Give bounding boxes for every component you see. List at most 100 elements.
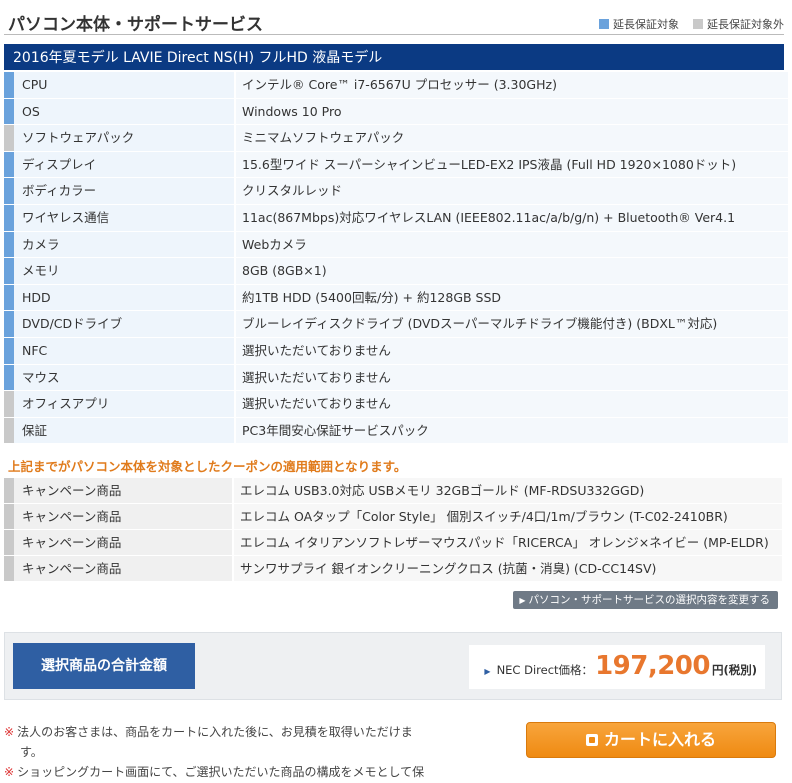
campaign-label: キャンペーン商品	[14, 556, 234, 581]
warranty-marker	[4, 231, 14, 258]
legend-covered: 延長保証対象	[599, 16, 679, 32]
warranty-marker	[4, 391, 14, 417]
warranty-marker	[4, 98, 14, 125]
add-to-cart-label: カートに入れる	[603, 730, 716, 749]
note-item: ※ 法人のお客さまは、商品をカートに入れた後に、お見積を取得いただけます。	[4, 722, 434, 762]
asterisk-icon: ※	[4, 725, 15, 739]
triangle-right-icon: ▶	[519, 596, 526, 605]
legend-covered-swatch	[599, 19, 609, 29]
campaign-row: キャンペーン商品 サンワサプライ 銀イオンクリーニングクロス (抗菌・消臭) (C…	[4, 556, 782, 582]
warranty-marker	[4, 311, 14, 337]
price-line: ▶ NEC Direct価格： 197,200 円(税別)	[484, 651, 757, 681]
spec-label: ソフトウェアパック	[14, 125, 236, 151]
spec-row-warranty: 保証 PC3年間安心保証サービスパック	[4, 417, 788, 445]
warranty-marker	[4, 284, 14, 311]
campaign-value: サンワサプライ 銀イオンクリーニングクロス (抗菌・消臭) (CD-CC14SV…	[234, 556, 782, 581]
legend-not-covered: 延長保証対象外	[693, 16, 784, 32]
spec-label: DVD/CDドライブ	[14, 311, 236, 337]
spec-row-software-pack: ソフトウェアパック ミニマムソフトウェアパック	[4, 125, 788, 152]
spec-row-wireless: ワイヤレス通信 11ac(867Mbps)対応ワイヤレスLAN (IEEE802.…	[4, 204, 788, 232]
campaign-value: エレコム USB3.0対応 USBメモリ 32GBゴールド (MF-RDSU33…	[234, 478, 782, 503]
spec-label: オフィスアプリ	[14, 391, 236, 417]
campaign-row: キャンペーン商品 エレコム USB3.0対応 USBメモリ 32GBゴールド (M…	[4, 478, 782, 504]
campaign-label: キャンペーン商品	[14, 478, 234, 503]
spec-row-office-app: オフィスアプリ 選択いただいておりません	[4, 391, 788, 418]
legend-not-covered-label: 延長保証対象外	[707, 18, 784, 31]
warranty-marker	[4, 556, 14, 581]
spec-label: ディスプレイ	[14, 151, 236, 178]
asterisk-icon: ※	[4, 765, 15, 779]
warranty-marker	[4, 72, 14, 98]
campaign-row: キャンペーン商品 エレコム OAタップ「Color Style」 個別スイッチ/4…	[4, 504, 782, 530]
spec-row-camera: カメラ Webカメラ	[4, 231, 788, 259]
warranty-marker	[4, 125, 14, 151]
price-suffix: 円(税別)	[711, 663, 757, 677]
spec-value: ブルーレイディスクドライブ (DVDスーパーマルチドライブ機能付き) (BDXL…	[236, 311, 788, 337]
spec-value: Windows 10 Pro	[236, 98, 788, 125]
legend-covered-label: 延長保証対象	[613, 18, 679, 31]
spec-value: 選択いただいておりません	[236, 337, 788, 364]
warranty-legend: 延長保証対象 延長保証対象外	[585, 16, 784, 32]
cart-square-icon	[585, 734, 598, 746]
spec-label: メモリ	[14, 258, 236, 284]
change-selection-button[interactable]: ▶ パソコン・サポートサービスの選択内容を変更する	[513, 591, 778, 609]
spec-value: インテル® Core™ i7-6567U プロセッサー (3.30GHz)	[236, 72, 788, 98]
spec-label: OS	[14, 98, 236, 125]
spec-row-os: OS Windows 10 Pro	[4, 98, 788, 126]
coupon-scope-note: 上記までがパソコン本体を対象としたクーポンの適用範囲となります。	[8, 459, 407, 474]
triangle-right-icon: ▶	[484, 667, 491, 676]
warranty-marker	[4, 478, 14, 503]
campaign-value: エレコム OAタップ「Color Style」 個別スイッチ/4口/1m/ブラウ…	[234, 504, 782, 529]
spec-label: HDD	[14, 284, 236, 311]
total-label: 選択商品の合計金額	[13, 643, 195, 689]
spec-row-mouse: マウス 選択いただいておりません	[4, 364, 788, 392]
title-divider	[4, 34, 784, 35]
spec-label: ワイヤレス通信	[14, 204, 236, 231]
campaign-row: キャンペーン商品 エレコム イタリアンソフトレザーマウスパッド「RICERCA」 …	[4, 530, 782, 556]
spec-value: 選択いただいておりません	[236, 391, 788, 417]
spec-table: CPU インテル® Core™ i7-6567U プロセッサー (3.30GHz)…	[4, 72, 788, 445]
warranty-marker	[4, 417, 14, 444]
spec-label: NFC	[14, 337, 236, 364]
spec-row-cpu: CPU インテル® Core™ i7-6567U プロセッサー (3.30GHz)	[4, 72, 788, 99]
notes: ※ 法人のお客さまは、商品をカートに入れた後に、お見積を取得いただけます。 ※ ショ…	[4, 722, 434, 783]
warranty-marker	[4, 364, 14, 391]
spec-label: 保証	[14, 417, 236, 444]
price-box: ▶ NEC Direct価格： 197,200 円(税別)	[469, 645, 765, 689]
spec-value: 約1TB HDD (5400回転/分) + 約128GB SSD	[236, 284, 788, 311]
warranty-marker	[4, 337, 14, 364]
spec-value: PC3年間安心保証サービスパック	[236, 417, 788, 444]
model-name-bar: 2016年夏モデル LAVIE Direct NS(H) フルHD 液晶モデル	[4, 44, 784, 70]
page-title: パソコン本体・サポートサービス	[8, 15, 263, 35]
spec-value: ミニマムソフトウェアパック	[236, 125, 788, 151]
warranty-marker	[4, 504, 14, 529]
legend-not-covered-swatch	[693, 19, 703, 29]
add-to-cart-button[interactable]: カートに入れる	[526, 722, 776, 758]
campaign-label: キャンペーン商品	[14, 504, 234, 529]
campaign-label: キャンペーン商品	[14, 530, 234, 555]
spec-label: マウス	[14, 364, 236, 391]
spec-label: CPU	[14, 72, 236, 98]
note-text: ショッピングカート画面にて、ご選択いただいた商品の構成をメモとして保存	[17, 765, 425, 779]
price-prefix: NEC Direct価格：	[496, 663, 594, 677]
spec-value: クリスタルレッド	[236, 178, 788, 204]
total-price: 197,200	[595, 651, 710, 681]
spec-row-optical-drive: DVD/CDドライブ ブルーレイディスクドライブ (DVDスーパーマルチドライブ機…	[4, 311, 788, 338]
note-text: 法人のお客さまは、商品をカートに入れた後に、お見積を取得いただけます。	[17, 725, 413, 759]
total-price-panel: 選択商品の合計金額 ▶ NEC Direct価格： 197,200 円(税別)	[4, 632, 782, 700]
campaign-table: キャンペーン商品 エレコム USB3.0対応 USBメモリ 32GBゴールド (M…	[4, 478, 782, 582]
warranty-marker	[4, 178, 14, 204]
note-item: ※ショッピングカート画面にて、ご選択いただいた商品の構成をメモとして保存	[4, 762, 434, 783]
spec-row-hdd: HDD 約1TB HDD (5400回転/分) + 約128GB SSD	[4, 284, 788, 312]
change-selection-label: パソコン・サポートサービスの選択内容を変更する	[528, 594, 771, 606]
spec-label: カメラ	[14, 231, 236, 258]
spec-row-nfc: NFC 選択いただいておりません	[4, 337, 788, 365]
spec-value: 15.6型ワイド スーパーシャインビューLED-EX2 IPS液晶 (Full …	[236, 151, 788, 178]
spec-value: Webカメラ	[236, 231, 788, 258]
warranty-marker	[4, 530, 14, 555]
spec-row-memory: メモリ 8GB (8GB×1)	[4, 258, 788, 285]
spec-row-display: ディスプレイ 15.6型ワイド スーパーシャインビューLED-EX2 IPS液晶 …	[4, 151, 788, 179]
warranty-marker	[4, 151, 14, 178]
warranty-marker	[4, 258, 14, 284]
spec-row-body-color: ボディカラー クリスタルレッド	[4, 178, 788, 205]
